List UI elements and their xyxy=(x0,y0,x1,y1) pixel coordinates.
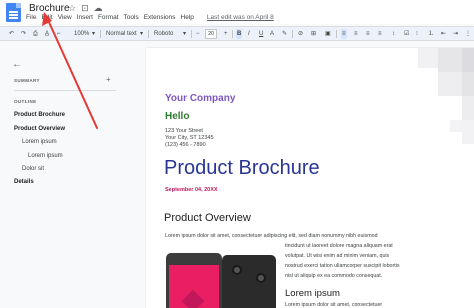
document-page[interactable]: Your Company Hello 123 Your Street Your … xyxy=(146,48,474,308)
move-to-folder-icon[interactable]: ⊡ xyxy=(81,3,89,14)
menu-view[interactable]: View xyxy=(58,14,72,21)
address-line-2[interactable]: Your City, ST 12345 xyxy=(165,135,214,141)
align-right-icon[interactable]: ≡ xyxy=(366,29,370,39)
phone-number[interactable]: (123) 456 - 7890 xyxy=(165,142,206,148)
highlight-icon[interactable]: ✎ xyxy=(282,29,287,39)
redo-icon[interactable]: ↷ xyxy=(21,29,26,39)
menu-insert[interactable]: Insert xyxy=(77,14,93,21)
outline-item-dolor-sit[interactable]: Dolor sit xyxy=(22,166,44,172)
close-outline-arrow-icon[interactable]: ← xyxy=(12,59,22,70)
zoom-select[interactable]: 100% xyxy=(74,29,89,39)
menu-tools[interactable]: Tools xyxy=(124,14,139,21)
add-comment-icon[interactable]: ⊞ xyxy=(311,29,316,39)
overview-line[interactable]: volutpat. Ut wisi enim ad minim veniam, … xyxy=(285,251,389,261)
overview-paragraph[interactable]: Lorem ipsum dolor sit amet, consectetuer… xyxy=(165,231,435,241)
menu-edit[interactable]: Edit xyxy=(41,14,52,21)
more-options-icon[interactable]: ⋮ xyxy=(465,29,471,39)
print-icon[interactable]: ⎙ xyxy=(33,29,38,39)
outline-sidebar: ← SUMMARY + OUTLINE Product Brochure Pro… xyxy=(0,42,124,308)
align-left-icon[interactable]: ≡ xyxy=(341,29,347,39)
last-edit-link[interactable]: Last edit was on April 8 xyxy=(207,14,274,21)
overview-heading[interactable]: Product Overview xyxy=(164,212,251,224)
numbered-list-icon[interactable]: ⒈ xyxy=(428,29,434,39)
menu-bar: File Edit View Insert Format Tools Exten… xyxy=(26,14,274,21)
chevron-down-icon: ▾ xyxy=(92,31,96,37)
increase-indent-icon[interactable]: ⇥ xyxy=(453,29,458,39)
align-center-icon[interactable]: ≡ xyxy=(354,29,358,39)
outline-item-lorem-ipsum[interactable]: Lorem ipsum xyxy=(22,139,57,145)
bulleted-list-icon[interactable]: ⁝ xyxy=(416,29,418,39)
camera-lens-icon xyxy=(232,265,242,275)
lorem-paragraph[interactable]: Lorem ipsum dolor sit amet, consectetuer xyxy=(285,300,382,308)
menu-format[interactable]: Format xyxy=(98,14,119,21)
text-color-icon[interactable]: A xyxy=(270,29,274,39)
chevron-down-icon: ▾ xyxy=(183,31,187,37)
document-canvas[interactable]: Your Company Hello 123 Your Street Your … xyxy=(124,42,474,308)
paint-format-icon[interactable]: ⌐ xyxy=(57,29,61,39)
decrease-font-size-button[interactable]: − xyxy=(196,29,200,39)
star-icon[interactable]: ☆ xyxy=(68,3,76,14)
overview-line[interactable]: nisl ut aliquip ex ea commodo consequat. xyxy=(285,271,382,281)
summary-heading: SUMMARY xyxy=(14,78,40,83)
cloud-status-icon[interactable]: ☁ xyxy=(94,3,103,14)
outline-item-product-brochure[interactable]: Product Brochure xyxy=(14,112,65,118)
toolbar: ↶ ↷ ⎙ A̲ ⌐ 100% ▾ Normal text ▾ Roboto ▾… xyxy=(0,26,474,41)
smartphone-back-image[interactable] xyxy=(222,255,276,308)
font-select[interactable]: Roboto xyxy=(154,29,173,39)
underline-button[interactable]: U xyxy=(259,29,263,39)
docs-logo-icon[interactable] xyxy=(6,3,21,22)
greeting[interactable]: Hello xyxy=(165,111,189,122)
line-spacing-icon[interactable]: ↕ xyxy=(392,29,395,39)
justify-icon[interactable]: ≡ xyxy=(378,29,382,39)
divider xyxy=(14,90,116,91)
insert-link-icon[interactable]: ⊘ xyxy=(298,29,303,39)
bold-button[interactable]: B xyxy=(236,29,243,39)
lorem-heading[interactable]: Lorem ipsum xyxy=(285,288,340,299)
outline-item-product-overview[interactable]: Product Overview xyxy=(14,126,65,132)
spellcheck-icon[interactable]: A̲ xyxy=(45,29,49,39)
document-date[interactable]: September 04, 20XX xyxy=(165,187,218,193)
document-title[interactable]: Brochure xyxy=(29,3,70,14)
font-size-field[interactable]: 20 xyxy=(205,29,218,39)
address-line-1[interactable]: 123 Your Street xyxy=(165,128,203,134)
menu-extensions[interactable]: Extensions xyxy=(144,14,176,21)
outline-heading: OUTLINE xyxy=(14,99,37,104)
smartphone-front-image[interactable] xyxy=(166,253,222,308)
overview-line[interactable]: tincidunt ut laoreet dolore magna aliqua… xyxy=(285,241,393,251)
undo-icon[interactable]: ↶ xyxy=(9,29,14,39)
chevron-down-icon: ▾ xyxy=(140,31,144,37)
italic-button[interactable]: I xyxy=(248,29,250,39)
camera-lens-icon xyxy=(256,273,266,283)
google-docs-window: Brochure ☆ ⊡ ☁ File Edit View Insert For… xyxy=(0,0,474,308)
menu-file[interactable]: File xyxy=(26,14,36,21)
increase-font-size-button[interactable]: + xyxy=(224,29,228,39)
insert-image-icon[interactable]: ▣ xyxy=(325,29,331,39)
add-summary-icon[interactable]: + xyxy=(106,75,111,84)
decorative-tile-pattern xyxy=(410,48,474,158)
outline-item-lorem-ipsum-sub[interactable]: Lorem ipsum xyxy=(28,153,63,159)
style-select[interactable]: Normal text xyxy=(106,29,137,39)
decrease-indent-icon[interactable]: ⇤ xyxy=(441,29,446,39)
company-name[interactable]: Your Company xyxy=(165,93,235,104)
page-title[interactable]: Product Brochure xyxy=(164,157,320,180)
overview-line[interactable]: nostrud exerci tation ullamcorper suscip… xyxy=(285,261,400,271)
checklist-icon[interactable]: ☑ xyxy=(404,29,409,39)
phone-screen xyxy=(169,265,219,308)
outline-item-details[interactable]: Details xyxy=(14,179,34,185)
menu-help[interactable]: Help xyxy=(181,14,194,21)
